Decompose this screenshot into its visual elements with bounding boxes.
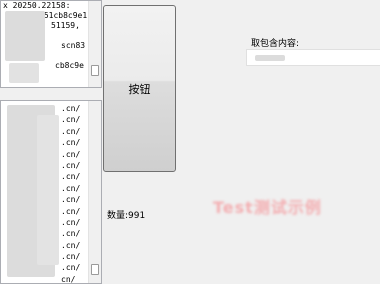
scrollbar-thumb[interactable]: [91, 65, 99, 76]
action-button-label: 按钮: [128, 82, 151, 96]
count-label: 数量:991: [107, 211, 146, 221]
redacted-region: [5, 11, 45, 61]
content-filter-input[interactable]: [246, 49, 380, 66]
redacted-region: [255, 55, 285, 61]
redacted-region: [9, 63, 39, 83]
top-text-list[interactable]: x 20250.22158: 251cb8c9e1 51159, scn83 c…: [0, 0, 102, 88]
content-filter-label: 取包含内容:: [251, 39, 300, 49]
list-line: x 20250.22158:: [3, 1, 71, 10]
scrollbar-thumb[interactable]: [91, 264, 99, 275]
redacted-region: [37, 115, 59, 265]
action-button[interactable]: 按钮: [103, 5, 176, 172]
top-list-scrollbar[interactable]: [88, 1, 101, 87]
bottom-text-list[interactable]: .cn/ .cn/ .cn/ .cn/ .cn/ .cn/ .cn/ .cn/ …: [0, 100, 102, 284]
bottom-list-scrollbar[interactable]: [88, 101, 101, 283]
watermark: Test测试示例: [213, 198, 322, 217]
